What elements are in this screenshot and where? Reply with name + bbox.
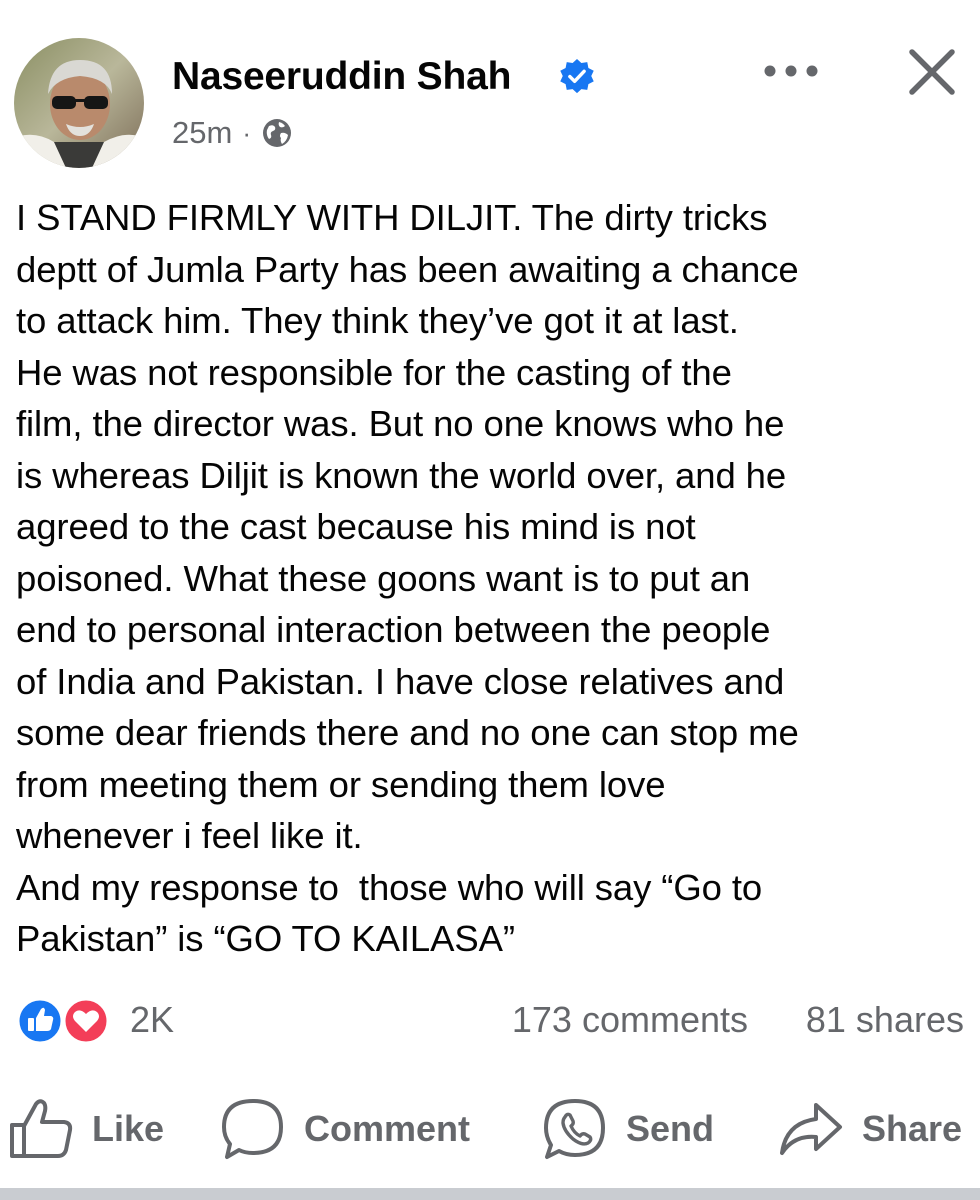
like-label: Like [92,1108,165,1149]
like-reaction-icon [16,997,64,1045]
like-button[interactable]: Like [8,1094,164,1164]
share-count[interactable]: 81 shares [806,998,964,1042]
globe-icon[interactable] [261,117,293,149]
share-label: Share [862,1108,963,1149]
share-button[interactable]: Share [778,1094,962,1164]
post-body-text: I STAND FIRMLY WITH DILJIT. The dirty tr… [16,197,799,959]
comment-count[interactable]: 173 comments [512,998,748,1042]
post-timestamp[interactable]: 25m [172,115,232,151]
love-reaction-icon [62,997,110,1045]
reaction-icons[interactable] [14,996,120,1046]
post-meta: 25m · [172,112,293,154]
thumbs-up-icon [10,1099,73,1158]
reaction-count[interactable]: 2K [130,998,174,1042]
meta-separator: · [242,117,251,148]
author-avatar[interactable] [14,38,144,168]
section-divider [0,1188,980,1200]
whatsapp-icon [544,1099,605,1159]
post-header: Naseeruddin Shah 25m · [0,0,980,170]
author-name[interactable]: Naseeruddin Shah [172,52,511,102]
comment-button[interactable]: Comment [220,1094,470,1164]
share-arrow-icon [780,1103,842,1155]
verified-badge-icon [560,58,594,94]
comment-label: Comment [304,1108,471,1149]
comment-bubble-icon [222,1099,283,1159]
post-action-bar: Like Comment Send Share [0,1094,980,1164]
close-icon[interactable] [906,46,958,98]
send-label: Send [626,1108,715,1149]
post-stats: 2K 173 comments 81 shares [0,990,980,1050]
send-button[interactable]: Send [542,1094,714,1164]
more-options-icon[interactable] [758,56,824,86]
